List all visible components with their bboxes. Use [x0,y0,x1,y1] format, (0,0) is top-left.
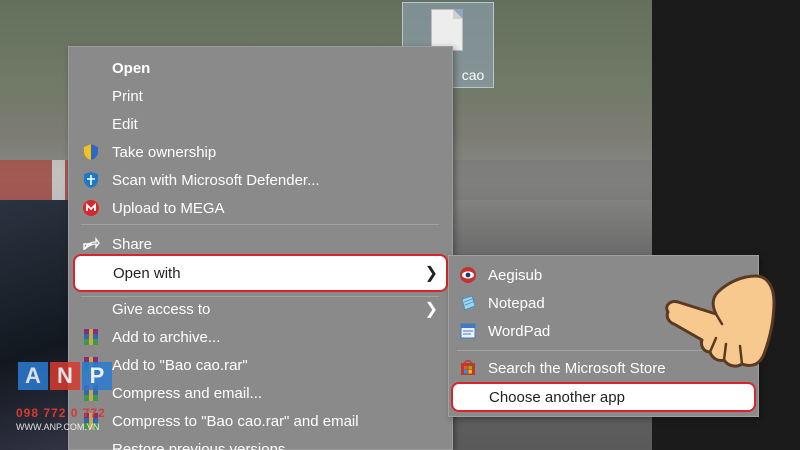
menu-item-label: Open [112,59,151,77]
menu-item-open-with[interactable]: Open with ❯ [73,254,448,292]
document-icon [431,9,463,51]
menu-item-print[interactable]: Print [69,82,452,110]
menu-item-label: Scan with Microsoft Defender... [112,171,320,189]
winrar-icon [82,328,100,346]
wordpad-icon [459,322,477,340]
menu-separator [81,224,439,225]
menu-item-label: Compress and email... [112,384,263,402]
submenu-item-label: Search the Microsoft Store [488,359,666,377]
menu-item-label: Add to "Bao cao.rar" [112,356,248,374]
watermark-letters: A N P [18,362,114,390]
menu-item-restore-versions[interactable]: Restore previous versions [69,435,452,450]
watermark-site: WWW.ANP.COM.VN [16,422,100,432]
menu-item-open[interactable]: Open [69,54,452,82]
pointing-hand-icon [660,268,780,378]
menu-item-label: Print [112,87,143,105]
menu-item-label: Take ownership [112,143,217,161]
menu-item-upload-mega[interactable]: Upload to MEGA [69,194,452,222]
chevron-right-icon: ❯ [424,301,438,318]
menu-item-label: Add to archive... [112,328,221,346]
menu-item-label: Open with [113,264,181,282]
submenu-item-choose-another-app[interactable]: Choose another app [451,382,756,412]
menu-item-label: Compress to "Bao cao.rar" and email [112,412,359,430]
menu-item-edit[interactable]: Edit [69,110,452,138]
anp-watermark-logo: A N P 098 772 0 772 WWW.ANP.COM.VN [2,362,114,434]
share-icon [82,235,100,253]
menu-item-label: Upload to MEGA [112,199,225,217]
defender-icon [82,171,100,189]
submenu-item-label: Choose another app [489,388,625,406]
menu-item-add-to-archive[interactable]: Add to archive... [69,323,452,351]
store-icon [459,359,477,377]
chevron-right-icon: ❯ [424,265,438,282]
menu-item-add-to-rar[interactable]: Add to "Bao cao.rar" [69,351,452,379]
submenu-item-label: WordPad [488,322,551,340]
menu-item-compress-rar-email[interactable]: Compress to "Bao cao.rar" and email [69,407,452,435]
menu-item-label: Give access to [112,300,211,318]
menu-item-give-access[interactable]: Give access to ❯ [69,295,452,323]
watermark-letter: P [82,362,112,390]
menu-item-label: Restore previous versions [112,440,286,450]
mega-icon [82,199,100,217]
watermark-letter: A [18,362,48,390]
menu-item-take-ownership[interactable]: Take ownership [69,138,452,166]
aegisub-icon [459,266,477,284]
context-menu: Open Print Edit Take ownership Scan with… [68,46,453,450]
submenu-item-label: Notepad [488,294,545,312]
watermark-letter: N [50,362,80,390]
menu-item-label: Edit [112,115,138,133]
submenu-item-label: Aegisub [488,266,543,284]
menu-item-label: Share [112,235,153,253]
menu-item-scan-defender[interactable]: Scan with Microsoft Defender... [69,166,452,194]
uac-shield-icon [82,143,100,161]
notepad-icon [459,294,477,312]
watermark-phone: 098 772 0 772 [16,406,106,420]
menu-item-compress-email[interactable]: Compress and email... [69,379,452,407]
